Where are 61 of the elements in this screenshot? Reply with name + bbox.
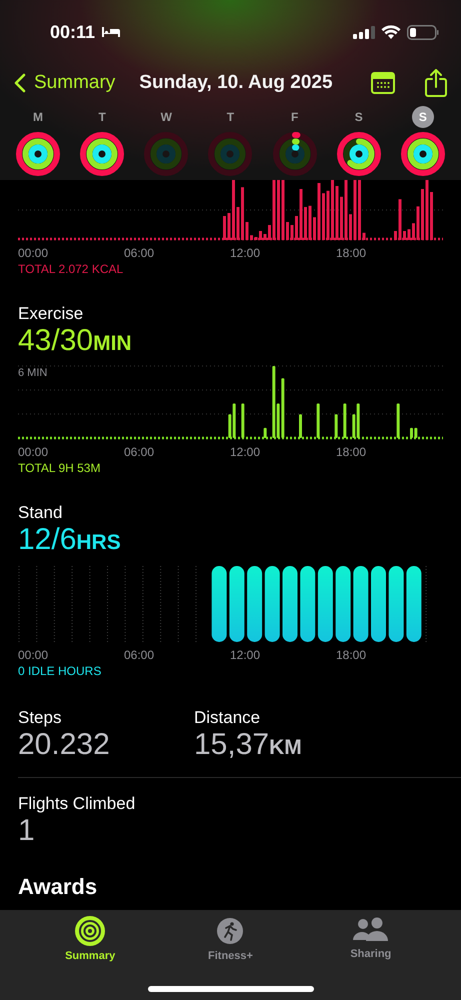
chart-bar (396, 403, 400, 438)
activity-rings-icon[interactable] (272, 131, 318, 177)
stand-value: 12/6HRS (18, 523, 122, 558)
scale-label: 6 MIN (18, 367, 48, 379)
axis-label: 06:00 (124, 445, 156, 459)
tab[interactable]: Fitness+ (185, 910, 276, 964)
chart-bar (316, 403, 320, 438)
exercise-title: Exercise (18, 304, 84, 324)
people-icon (352, 916, 389, 944)
status-time: 00:11 (50, 22, 96, 42)
axis-label: 06:00 (124, 246, 156, 260)
axis-label: 12:00 (230, 648, 262, 662)
day-letter[interactable]: F (284, 106, 306, 128)
day-letter[interactable]: M (27, 106, 49, 128)
running-figure-icon (215, 916, 246, 946)
stand-total: 0 IDLE HOURS (18, 664, 102, 678)
axis-label: 18:00 (336, 246, 368, 260)
move-total: TOTAL 2.072 KCAL (18, 262, 124, 276)
share-icon[interactable] (425, 69, 447, 97)
day-letter[interactable]: S (348, 106, 370, 128)
tab[interactable]: Summary (45, 910, 136, 964)
tab[interactable]: Sharing (326, 910, 416, 964)
axis-label: 00:00 (18, 445, 50, 459)
stat-value: 1 (18, 814, 36, 848)
signal-icon (353, 26, 375, 38)
axis-label: 00:00 (18, 648, 50, 662)
stat-label: Steps (18, 708, 62, 728)
date-title: Sunday, 10. Aug 2025 (139, 72, 334, 94)
axis-label: 00:00 (18, 246, 50, 260)
back-button[interactable]: Summary (14, 72, 116, 94)
axis-label: 12:00 (230, 246, 262, 260)
chart-bar (299, 414, 302, 438)
stat-value: 20.232 (18, 728, 111, 762)
axis-label: 12:00 (230, 445, 262, 459)
battery-icon (407, 24, 439, 40)
wifi-icon (381, 25, 401, 39)
stat-label: Distance (194, 708, 262, 728)
day-letter[interactable]: T (219, 106, 242, 128)
chart-bar (241, 403, 244, 438)
chart-bar (343, 403, 346, 438)
day-letter[interactable]: W (155, 106, 178, 128)
chevron-left-icon (14, 73, 26, 93)
activity-rings-icon[interactable] (79, 131, 126, 177)
day-letter[interactable]: T (91, 106, 114, 128)
calendar-icon[interactable] (371, 72, 395, 94)
bed-icon (101, 26, 122, 38)
exercise-total: TOTAL 9H 53M (18, 461, 102, 475)
stat-value: 15,37KM (194, 728, 303, 763)
axis-label: 18:00 (336, 648, 368, 662)
awards-heading: Awards (18, 874, 98, 901)
exercise-value: 43/30MIN (18, 324, 133, 359)
stand-title: Stand (18, 503, 64, 523)
activity-rings-icon[interactable] (336, 131, 382, 177)
axis-label: 06:00 (124, 648, 156, 662)
chart-bar (334, 414, 338, 438)
rings-icon (75, 916, 106, 946)
stat-label: Flights Climbed (18, 794, 136, 814)
axis-label: 18:00 (336, 445, 368, 459)
activity-rings-icon[interactable] (15, 131, 61, 177)
chart-bar (264, 428, 267, 438)
activity-rings-icon[interactable] (400, 131, 446, 177)
